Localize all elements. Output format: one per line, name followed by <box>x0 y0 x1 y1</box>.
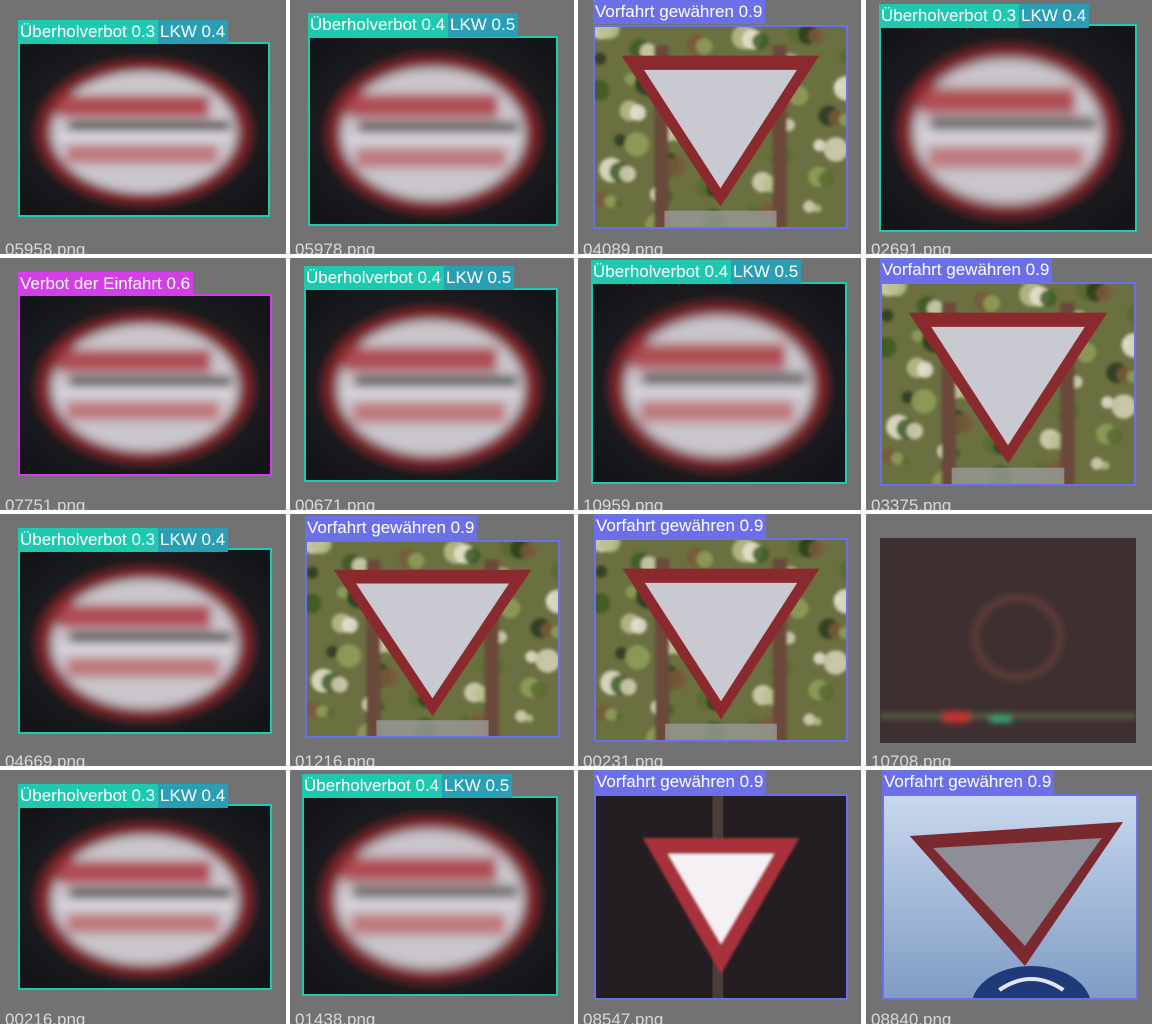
detection-label: LKW 0.5 <box>448 13 519 37</box>
filename-label: 00216.png <box>5 1010 86 1024</box>
detection-label: LKW 0.5 <box>731 260 802 284</box>
detection-label: Verbot der Einfahrt 0.6 <box>18 272 194 296</box>
detection-box <box>304 288 558 482</box>
detection-box <box>308 36 558 226</box>
detection-label: Überholverbot 0.4 <box>591 260 732 284</box>
detection-label: Vorfahrt gewähren 0.9 <box>594 514 767 538</box>
detection-label: Vorfahrt gewähren 0.9 <box>880 258 1053 282</box>
detection-box <box>18 294 272 476</box>
detection-label: Überholverbot 0.4 <box>308 13 449 37</box>
result-tile: Überholverbot 0.4 LKW 0.5 01438.png <box>290 770 574 1024</box>
result-tile: Überholverbot 0.4 LKW 0.5 05978.png <box>290 0 574 254</box>
result-tile: Vorfahrt gewähren 0.9 04089.png <box>578 0 861 254</box>
detection-box <box>882 794 1138 1000</box>
result-tile: Überholverbot 0.3 LKW 0.4 02691.png <box>866 0 1152 254</box>
detection-label: Vorfahrt gewähren 0.9 <box>593 0 766 24</box>
detection-box <box>879 24 1137 232</box>
detection-label: Überholverbot 0.4 <box>304 266 445 290</box>
filename-label: 07751.png <box>5 496 86 510</box>
detection-results-grid: Überholverbot 0.3 LKW 0.4 05958.png Überho… <box>0 0 1152 1024</box>
detection-box <box>880 282 1136 486</box>
result-tile: Vorfahrt gewähren 0.9 00231.png <box>578 514 861 766</box>
detection-label: LKW 0.4 <box>1019 4 1090 28</box>
result-tile: Überholverbot 0.4 LKW 0.5 00671.png <box>290 258 574 510</box>
detection-label: Überholverbot 0.4 <box>302 774 443 798</box>
filename-label: 05958.png <box>5 240 86 254</box>
detection-box <box>302 796 558 996</box>
filename-label: 03375.png <box>871 496 952 510</box>
filename-label: 02691.png <box>871 240 952 254</box>
detection-label: Vorfahrt gewähren 0.9 <box>882 770 1055 794</box>
filename-label: 04089.png <box>583 240 664 254</box>
filename-label: 08840.png <box>871 1010 952 1024</box>
detection-label: LKW 0.5 <box>444 266 515 290</box>
detection-label: LKW 0.4 <box>158 20 229 44</box>
detection-box <box>591 282 847 484</box>
result-tile: 10708.png <box>866 514 1152 766</box>
detection-label: Überholverbot 0.3 <box>18 528 159 552</box>
detection-box <box>18 804 272 990</box>
detection-box <box>594 538 848 742</box>
detection-box <box>594 794 848 1000</box>
detection-label: Überholverbot 0.3 <box>879 4 1020 28</box>
result-tile: Vorfahrt gewähren 0.9 08547.png <box>578 770 861 1024</box>
detection-label: LKW 0.5 <box>442 774 513 798</box>
result-tile: Verbot der Einfahrt 0.6 07751.png <box>0 258 286 510</box>
detection-box <box>18 42 270 217</box>
filename-label: 10708.png <box>871 752 952 766</box>
result-tile: Überholverbot 0.3 LKW 0.4 05958.png <box>0 0 286 254</box>
result-tile: Überholverbot 0.3 LKW 0.4 04669.png <box>0 514 286 766</box>
sign-photo <box>880 538 1136 743</box>
detection-box <box>18 548 272 734</box>
detection-label: LKW 0.4 <box>158 784 229 808</box>
detection-label: Vorfahrt gewähren 0.9 <box>305 516 478 540</box>
filename-label: 08547.png <box>583 1010 664 1024</box>
filename-label: 01216.png <box>295 752 376 766</box>
result-tile: Vorfahrt gewähren 0.9 03375.png <box>866 258 1152 510</box>
detection-label: Überholverbot 0.3 <box>18 784 159 808</box>
result-tile: Überholverbot 0.4 LKW 0.5 10959.png <box>578 258 861 510</box>
filename-label: 01438.png <box>295 1010 376 1024</box>
detection-box <box>305 540 560 738</box>
filename-label: 00671.png <box>295 496 376 510</box>
detection-box <box>593 25 848 229</box>
filename-label: 04669.png <box>5 752 86 766</box>
filename-label: 00231.png <box>583 752 664 766</box>
detection-label: Überholverbot 0.3 <box>18 20 159 44</box>
detection-label: Vorfahrt gewähren 0.9 <box>594 770 767 794</box>
result-tile: Überholverbot 0.3 LKW 0.4 00216.png <box>0 770 286 1024</box>
filename-label: 05978.png <box>295 240 376 254</box>
filename-label: 10959.png <box>583 496 664 510</box>
result-tile: Vorfahrt gewähren 0.9 08840.png <box>866 770 1152 1024</box>
detection-label: LKW 0.4 <box>158 528 229 552</box>
result-tile: Vorfahrt gewähren 0.9 01216.png <box>290 514 574 766</box>
